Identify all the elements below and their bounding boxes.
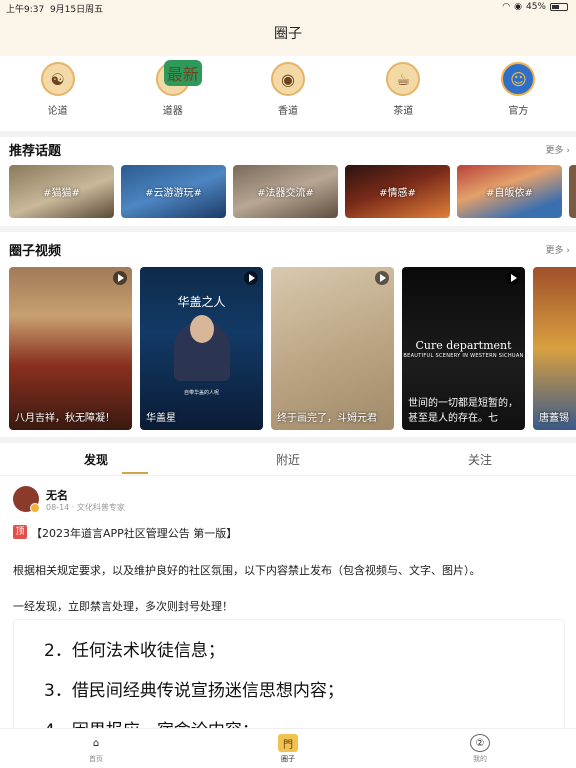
pinned-badge: 顶 [13,525,27,539]
divider [0,437,576,443]
play-icon [375,271,389,285]
verified-badge-icon [30,503,40,513]
divider [0,226,576,232]
bottom-tab-bar: ⌂ 首页 門 圈子 ② 我的 [0,728,576,768]
category-label: 茶道 [393,106,414,117]
videos-row: 八月吉祥，秋无障凝！ 华盖之人 自带华盖的人呢 华盖星 终于画完了，斗姆元君 C… [9,267,576,430]
play-icon [244,271,258,285]
official-icon: ☺ [501,62,536,96]
video-caption: 唐蓋锡 [539,413,569,424]
category-label: 道器 [162,106,183,117]
video-subtitle: 自带华盖的人呢 [183,390,219,396]
post-paragraph: 根据相关规定要求，以及维护良好的社区氛围，以下内容禁止发布（包含视频与、文字、图… [13,564,481,577]
video-card[interactable]: Cure department BEAUTIFUL SCENERY IN WES… [402,267,525,430]
gate-icon: 門 [278,734,298,752]
category-xiangdao[interactable]: ◉ 香道 [230,62,345,126]
tab-mine[interactable]: ② 我的 [450,734,510,764]
category-daoqi[interactable]: ✎ 最新 道器 [115,60,230,126]
videos-title: 圈子视频 [9,244,62,259]
video-card[interactable]: 终于画完了，斗姆元君 [271,267,394,430]
video-caption: 终于画完了，斗姆元君 [277,413,377,424]
new-badge: 最新 [163,60,202,86]
topic-card[interactable]: #云游游玩# [121,165,226,218]
presenter-image [174,315,230,381]
topics-title: 推荐话题 [9,144,62,159]
category-label: 官方 [508,106,529,117]
topics-more-link[interactable]: 更多 › [546,143,570,156]
author-name[interactable]: 无名 [46,487,68,503]
teapot-icon: ☕ [386,62,421,96]
category-lundao[interactable]: ☯ 论道 [0,62,115,126]
video-caption: 世间的一切都是短暂的，甚至是人的存在。七 [408,398,518,424]
topic-card[interactable]: #猫猫# [9,165,114,218]
status-bar: 上午9:37 9月15日周五 ◠ ◉ 45% [0,0,576,16]
post-paragraph: 一经发现，立即禁言处理，多次则封号处理！ [13,600,233,613]
topic-card[interactable] [569,165,576,218]
divider [0,131,576,137]
tab-label: 圈子 [281,755,295,763]
tab-home[interactable]: ⌂ 首页 [66,734,126,764]
rule-line: 3．借民间经典传说宣扬迷信思想内容； [44,681,344,701]
tab-discover[interactable]: 发现 [0,446,192,475]
post-title: 【2023年道言APP社区管理公告 第一版】 [31,527,238,540]
battery-icon [550,3,568,11]
brush-icon: ✎ 最新 [155,60,202,96]
play-icon [113,271,127,285]
category-label: 香道 [278,106,298,117]
video-caption: 八月吉祥，秋无障凝！ [15,413,115,424]
category-label: 论道 [47,106,68,117]
wifi-icon: ◠ [502,2,511,12]
category-guanfang[interactable]: ☺ 官方 [461,62,576,126]
video-card[interactable]: 华盖之人 自带华盖的人呢 华盖星 [140,267,263,430]
home-icon: ⌂ [92,737,100,749]
play-icon [506,271,520,285]
category-row: ☯ 论道 ✎ 最新 道器 ◉ 香道 ☕ 茶道 ☺ 官方 [0,60,576,126]
profile-icon: ② [470,734,490,752]
topics-row: #猫猫# #云游游玩# #法器交流# #情感# #自皈依# [9,165,576,218]
active-tab-indicator [122,472,148,474]
topic-card[interactable]: #自皈依# [457,165,562,218]
rules-image: 2．任何法术收徒信息； 3．借民间经典传说宣扬迷信思想内容； 4．因果报应、宿命… [13,619,565,739]
video-caption: 华盖星 [146,413,176,424]
status-time: 上午9:37 9月15日周五 [6,5,104,15]
incense-icon: ◉ [271,62,305,96]
video-card[interactable]: 唐蓋锡 [533,267,576,430]
location-icon: ◉ [514,2,522,12]
status-right: ◠ ◉ 45% [502,2,568,12]
category-chadao[interactable]: ☕ 茶道 [346,62,461,126]
feed-tabs: 发现 附近 关注 [0,446,576,476]
video-title-overlay: 华盖之人 [177,295,226,309]
nav-bar: 圈子 [0,16,576,56]
video-card[interactable]: 八月吉祥，秋无障凝！ [9,267,132,430]
battery-label: 45% [525,2,546,12]
tab-label: 首页 [89,755,103,763]
rule-line: 2．任何法术收徒信息； [44,641,225,661]
videos-more-link[interactable]: 更多 › [546,243,570,256]
taiji-icon: ☯ [40,62,75,96]
tab-label: 我的 [473,755,487,763]
video-subtitle: BEAUTIFUL SCENERY IN WESTERN SICHUAN [403,353,524,359]
page-title: 圈子 [274,26,302,42]
tab-following[interactable]: 关注 [384,446,576,475]
tab-nearby[interactable]: 附近 [192,446,384,475]
post-meta: 08-14 · 文化科普专家 [46,503,125,512]
topic-card[interactable]: #情感# [345,165,450,218]
tab-circle[interactable]: 門 圈子 [258,734,318,764]
video-title-overlay: Cure department [415,339,512,352]
topic-card[interactable]: #法器交流# [233,165,338,218]
